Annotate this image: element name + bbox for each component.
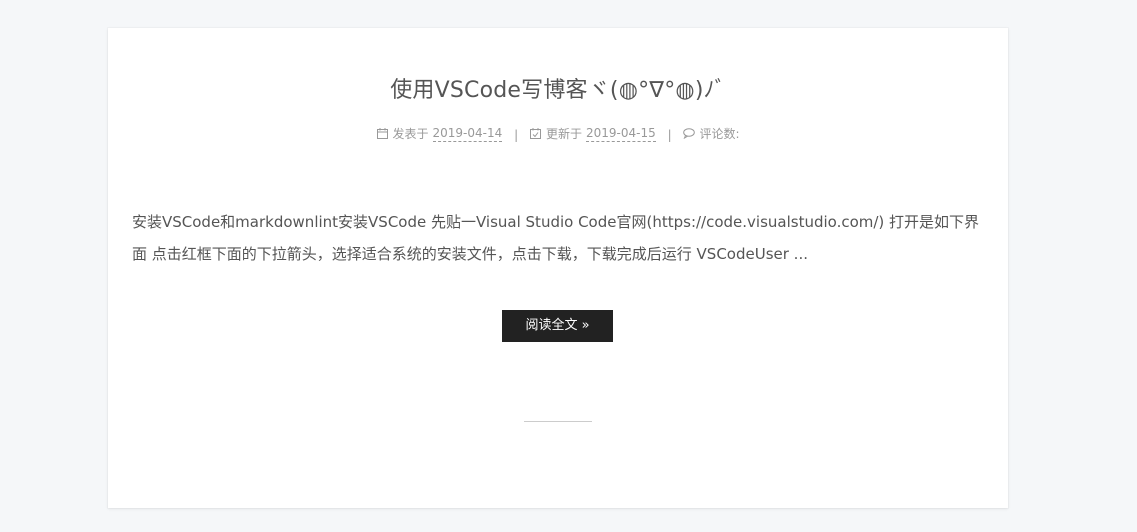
post-card: 使用VSCode写博客ヾ(◍°∇°◍)ﾉﾞ 发表于 2019-04-14 | 更… (108, 28, 1008, 508)
calendar-icon (377, 128, 389, 140)
meta-divider: | (514, 128, 519, 142)
post-meta: 发表于 2019-04-14 | 更新于 2019-04-15 | 评论数: (108, 125, 1008, 142)
comments-label: 评论数: (699, 127, 740, 141)
post-title[interactable]: 使用VSCode写博客ヾ(◍°∇°◍)ﾉﾞ (108, 72, 1008, 104)
updated-label: 更新于 (545, 127, 582, 141)
calendar-check-icon (530, 128, 542, 140)
read-more-button[interactable]: 阅读全文 » (502, 310, 613, 342)
posted-date: 2019-04-14 (432, 125, 503, 142)
updated-date: 2019-04-15 (585, 125, 656, 142)
posted-label: 发表于 (392, 127, 429, 141)
updated-meta: 更新于 2019-04-15 (530, 125, 656, 142)
posted-meta: 发表于 2019-04-14 (377, 125, 503, 142)
comment-icon (683, 128, 696, 140)
post-excerpt: 安装VSCode和markdownlint安装VSCode 先贴一Visual … (132, 213, 980, 263)
post-end-divider (524, 421, 592, 422)
comments-meta[interactable]: 评论数: (683, 125, 739, 142)
meta-divider: | (667, 128, 672, 142)
